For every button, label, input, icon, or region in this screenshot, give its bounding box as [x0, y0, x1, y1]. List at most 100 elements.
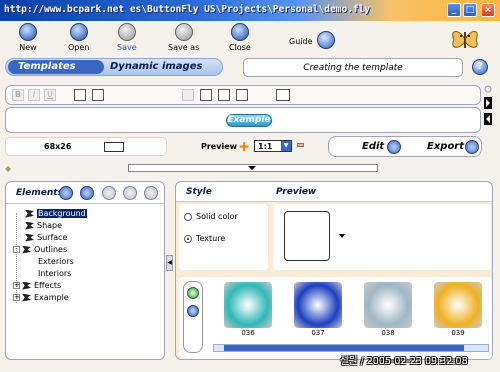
- tree-item-shape[interactable]: Shape: [25, 220, 62, 231]
- help-icon[interactable]: ?: [472, 59, 488, 75]
- tree-item-label: Exteriors: [38, 257, 74, 266]
- chevron-down-icon[interactable]: [248, 166, 256, 170]
- background-color-swatch[interactable]: [92, 89, 104, 101]
- collapse-panel-icon[interactable]: ◀: [166, 255, 173, 271]
- layer-icon: [25, 209, 34, 218]
- export-label[interactable]: Export: [427, 141, 464, 152]
- tree-item-example[interactable]: + Example: [13, 292, 69, 303]
- butterfly-logo: [452, 30, 478, 48]
- italic-button[interactable]: I: [28, 89, 40, 101]
- align-right-icon[interactable]: [236, 89, 248, 101]
- texture-scrollbar[interactable]: [213, 344, 489, 352]
- frame-icon[interactable]: [276, 89, 290, 101]
- tree-item-outlines[interactable]: - Outlines: [13, 244, 67, 255]
- tree-item-label: Background: [37, 209, 87, 218]
- tree-item-background[interactable]: Background: [25, 208, 87, 219]
- zoom-out-icon[interactable]: [297, 143, 304, 147]
- save-button[interactable]: Save: [117, 23, 137, 52]
- bold-button[interactable]: B: [12, 89, 24, 101]
- tree-item-exteriors[interactable]: Exteriors: [38, 256, 74, 267]
- delete-icon[interactable]: [144, 186, 158, 200]
- guide-hand-icon[interactable]: [317, 31, 335, 49]
- align-left-icon[interactable]: [200, 89, 212, 101]
- text-tool-icon[interactable]: [182, 89, 194, 101]
- texture-radio[interactable]: Texture: [184, 234, 274, 243]
- tree-item-surface[interactable]: Surface: [25, 232, 67, 243]
- tab-dynamic-images[interactable]: Dynamic images: [110, 61, 202, 72]
- elements-header: Elements: [6, 182, 164, 204]
- close-x-icon: [230, 23, 249, 41]
- texture-tile[interactable]: [434, 282, 482, 328]
- zoom-select[interactable]: 1:1 ▼: [254, 140, 292, 152]
- watermark-text: 설원 / 2005-02-23 09:32:08: [340, 356, 468, 367]
- texture-tile[interactable]: [294, 282, 342, 328]
- main-toolbar: New Open Save Save as Close: [0, 21, 500, 57]
- button-preview-strip: Example: [5, 107, 481, 133]
- add-element-icon[interactable]: [80, 186, 94, 200]
- tree-item-effects[interactable]: + Effects: [13, 280, 61, 291]
- texture-id: 038: [381, 329, 395, 337]
- side-scroll-arrows[interactable]: [483, 85, 493, 133]
- style-panel: Style Preview Solid color Texture 036 03…: [175, 181, 493, 360]
- maximize-button[interactable]: □: [463, 3, 477, 17]
- new-icon: [19, 23, 37, 41]
- expand-icon[interactable]: +: [13, 282, 20, 289]
- chevron-down-icon[interactable]: [339, 234, 345, 238]
- edit-eye-icon[interactable]: [387, 140, 401, 154]
- solid-color-label: Solid color: [196, 212, 238, 221]
- layer-icon: [22, 293, 31, 302]
- tree-item-label: Example: [34, 293, 69, 302]
- save-disk-icon: [117, 23, 136, 41]
- elements-title: Elements: [16, 188, 63, 198]
- chevron-down-icon[interactable]: ▼: [281, 141, 291, 151]
- tree-item-label: Effects: [34, 281, 62, 290]
- elements-panel: Elements Background Shape Surface - Outli…: [5, 181, 165, 360]
- texture-tile[interactable]: [364, 282, 412, 328]
- open-folder-icon: [69, 23, 88, 41]
- text-element-icon[interactable]: [59, 186, 73, 200]
- move-down-icon[interactable]: [123, 186, 137, 200]
- open-button[interactable]: Open: [68, 23, 89, 52]
- radio-circle-selected: [184, 234, 192, 243]
- folder-icon[interactable]: [187, 305, 199, 317]
- size-swatch: [104, 142, 124, 152]
- close-button[interactable]: Close: [229, 23, 251, 52]
- tree-item-interiors[interactable]: Interiors: [38, 268, 71, 279]
- save-as-icon: [174, 23, 193, 41]
- zoom-in-icon[interactable]: ✚: [239, 140, 249, 154]
- tab-templates[interactable]: Templates: [8, 60, 104, 74]
- size-label: 68x26: [44, 142, 72, 151]
- step-title: Creating the template: [243, 58, 463, 77]
- texture-label: Texture: [196, 234, 226, 243]
- underline-button[interactable]: U: [44, 89, 56, 101]
- panel-splitter[interactable]: [128, 164, 378, 172]
- export-arrow-icon[interactable]: [465, 140, 479, 154]
- expand-icon[interactable]: +: [13, 294, 20, 301]
- texture-id: 037: [311, 329, 325, 337]
- new-label: New: [19, 43, 37, 52]
- texture-gallery: 036 037 038 039: [179, 277, 492, 359]
- edit-label[interactable]: Edit: [362, 141, 384, 152]
- scrollbar-thumb[interactable]: [224, 345, 464, 351]
- guide-label: Guide: [289, 37, 313, 46]
- texture-tile[interactable]: [224, 282, 272, 328]
- collapse-icon[interactable]: -: [13, 246, 20, 253]
- close-window-button[interactable]: ×: [481, 3, 495, 17]
- layer-icon: [25, 233, 34, 242]
- style-preview-title: Preview: [276, 187, 317, 197]
- title-bar: http://www.bcpark.net es\ButtonFly US\Pr…: [0, 0, 500, 21]
- solid-color-radio[interactable]: Solid color: [184, 212, 274, 221]
- refresh-icon[interactable]: [187, 287, 199, 299]
- resize-grip-icon[interactable]: ◆: [5, 164, 11, 173]
- minimize-button[interactable]: _: [447, 3, 461, 17]
- example-button-preview[interactable]: Example: [226, 114, 272, 127]
- move-up-icon[interactable]: [102, 186, 116, 200]
- format-toolbar: B I U: [5, 85, 481, 105]
- save-label: Save: [117, 43, 137, 52]
- align-center-icon[interactable]: [218, 89, 230, 101]
- save-as-button[interactable]: Save as: [168, 23, 199, 52]
- window-title: http://www.bcpark.net es\ButtonFly US\Pr…: [4, 4, 371, 15]
- layer-icon: [25, 221, 34, 230]
- text-color-swatch[interactable]: [74, 89, 86, 101]
- new-button[interactable]: New: [19, 23, 37, 52]
